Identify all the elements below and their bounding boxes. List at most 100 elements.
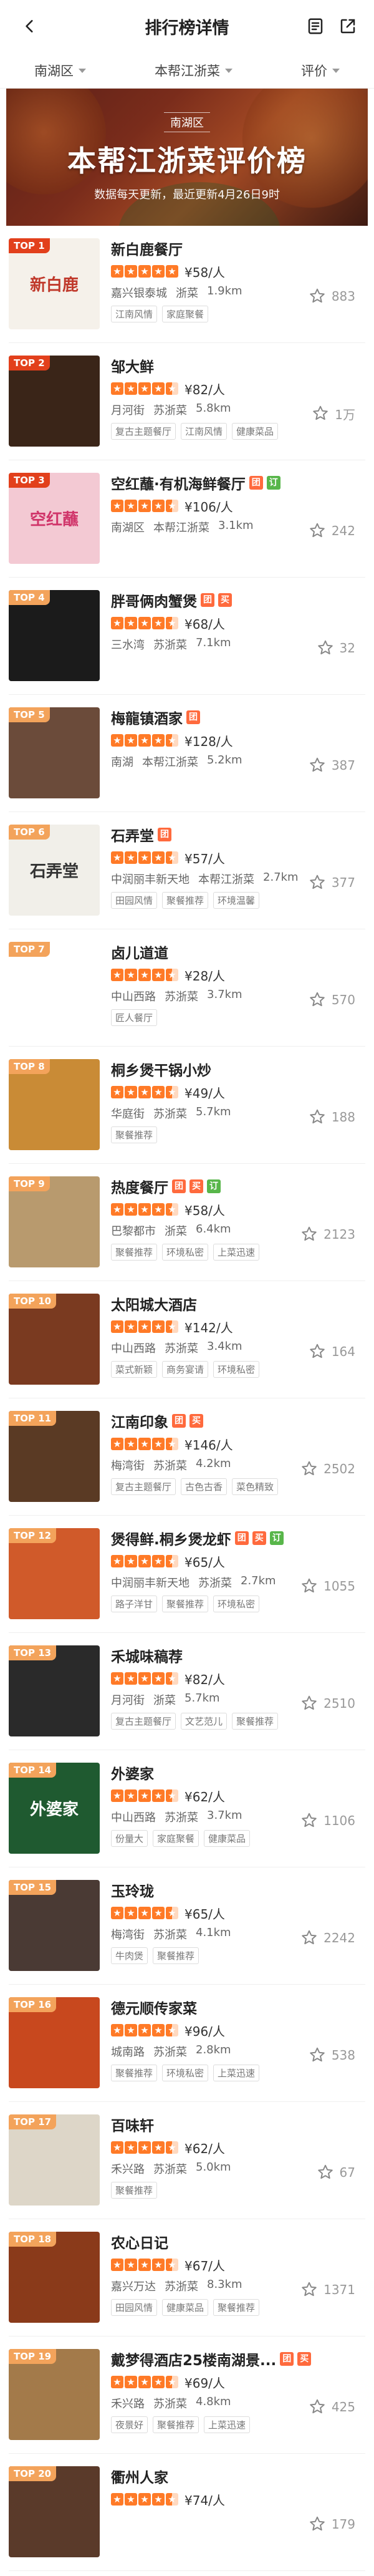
restaurant-item[interactable]: TOP 2 邹大鲜 ★ ★ ★ ★ ★ ¥82/人 月河街 苏浙菜 5.8km 复古主题餐厅 江南风情健… (9, 343, 365, 460)
restaurant-item[interactable]: TOP 17 百味轩 ★ ★ ★ ★ ★ ¥62/人 禾兴路 苏浙菜 5.0km 聚餐推荐 67 (9, 2102, 365, 2219)
restaurant-photo[interactable]: TOP 10 (9, 1294, 100, 1385)
cuisine-text: 苏浙菜 (153, 404, 187, 417)
restaurant-photo[interactable]: TOP 12 (9, 1528, 100, 1619)
restaurant-name[interactable]: 胖哥俩肉蟹煲 (111, 589, 197, 611)
favorite-button[interactable]: 377 (308, 873, 355, 892)
restaurant-item[interactable]: TOP 9 热度餐厅团买订 ★ ★ ★ ★ ★ ¥58/人 巴黎都市 浙菜 6.4km 聚餐推荐 环境私… (9, 1164, 365, 1281)
document-icon[interactable] (304, 15, 327, 37)
restaurant-item[interactable]: TOP 12 煲得鲜.桐乡煲龙虾团买订 ★ ★ ★ ★ ★ ¥65/人 中润丽丰新天地 苏浙菜 2.… (9, 1516, 365, 1633)
restaurant-item[interactable]: TOP 5 梅龍镇酒家团 ★ ★ ★ ★ ★ ¥128/人 南湖 本帮江浙菜 5.2km 387 (9, 695, 365, 812)
favorite-button[interactable]: 2502 (300, 1460, 355, 1478)
favorite-button[interactable]: 2123 (300, 1225, 355, 1244)
rating-row: ★ ★ ★ ★ ★ ¥128/人 (111, 732, 365, 749)
share-icon[interactable] (337, 15, 359, 37)
restaurant-photo[interactable]: TOP 20 (9, 2466, 100, 2557)
restaurant-photo[interactable]: 石弄堂 TOP 6 (9, 825, 100, 916)
restaurant-item[interactable]: TOP 7 卤儿道道 ★ ★ ★ ★ ★ ¥28/人 中山西路 苏浙菜 3.7km 匠人餐厅 570 (9, 929, 365, 1047)
favorite-button[interactable]: 1371 (300, 2280, 355, 2299)
favorite-button[interactable]: 538 (308, 2046, 355, 2065)
favorite-button[interactable]: 2242 (300, 1929, 355, 1947)
distance-text: 5.2km (207, 753, 242, 767)
restaurant-name[interactable]: 江南印象 (111, 1410, 168, 1431)
restaurant-item[interactable]: TOP 20 衢州人家 ★ ★ ★ ★ ★ ¥74/人 179 (9, 2454, 365, 2571)
favorite-button[interactable]: 387 (308, 756, 355, 775)
restaurant-photo[interactable]: 外婆家 TOP 14 (9, 1763, 100, 1854)
restaurant-item[interactable]: TOP 10 太阳城大酒店 ★ ★ ★ ★ ★ ¥142/人 中山西路 苏浙菜 3.4km 菜式新颖商… (9, 1281, 365, 1398)
restaurant-name[interactable]: 新白鹿餐厅 (111, 238, 183, 259)
distance-text: 5.0km (196, 2161, 231, 2174)
restaurant-item[interactable]: 空红蘸 TOP 3 空红蘸·有机海鲜餐厅团订 ★ ★ ★ ★ ★ ¥106/人 南湖区 本帮江浙菜 3… (9, 460, 365, 578)
restaurant-photo[interactable]: TOP 4 (9, 590, 100, 681)
favorite-button[interactable]: 1万 (311, 404, 355, 423)
restaurant-item[interactable]: TOP 19 戴梦得酒店25楼南湖景... 团买 ★ ★ ★ ★ ★ ¥69/人 禾兴路 苏浙菜 4.… (9, 2336, 365, 2454)
star-rating: ★ ★ ★ ★ ★ (111, 500, 178, 512)
restaurant-item[interactable]: TOP 8 桐乡煲干锅小炒 ★ ★ ★ ★ ★ ¥49/人 华庭街 苏浙菜 5.7km 聚餐推荐 188 (9, 1047, 365, 1164)
restaurant-item[interactable]: TOP 16 德元顺传家菜 ★ ★ ★ ★ ★ ¥96/人 城南路 苏浙菜 2.8km 聚餐推荐 环境私… (9, 1985, 365, 2102)
restaurant-name[interactable]: 邹大鲜 (111, 355, 154, 376)
restaurant-name[interactable]: 外婆家 (111, 1762, 154, 1783)
restaurant-name[interactable]: 德元顺传家菜 (111, 1997, 197, 2018)
favorite-button[interactable]: 425 (308, 2398, 355, 2416)
cuisine-text: 本帮江浙菜 (153, 521, 209, 535)
restaurant-item[interactable]: TOP 15 玉玲珑 ★ ★ ★ ★ ★ ¥65/人 梅湾街 苏浙菜 4.1km 牛肉煲 聚餐推荐 224… (9, 1867, 365, 1985)
cuisine-text: 苏浙菜 (153, 2046, 187, 2059)
star-outline-icon (317, 640, 333, 655)
restaurant-name[interactable]: 热度餐厅 (111, 1176, 168, 1197)
filter-sort[interactable]: 评价 (301, 61, 340, 80)
restaurant-item[interactable]: 石弄堂 TOP 6 石弄堂团 ★ ★ ★ ★ ★ ¥57/人 中润丽丰新天地 本帮江浙菜 2.7km 田… (9, 812, 365, 929)
favorite-button[interactable]: 67 (316, 2163, 355, 2182)
restaurant-name[interactable]: 衢州人家 (111, 2466, 168, 2487)
feature-tag: 环境私密 (213, 1595, 260, 1612)
favorite-button[interactable]: 883 (308, 287, 355, 306)
restaurant-name[interactable]: 戴梦得酒店25楼南湖景... (111, 2348, 276, 2370)
restaurant-name[interactable]: 空红蘸·有机海鲜餐厅 (111, 472, 246, 493)
restaurant-photo[interactable]: TOP 2 (9, 356, 100, 447)
restaurant-item[interactable]: TOP 11 江南印象团买 ★ ★ ★ ★ ★ ¥146/人 梅湾街 苏浙菜 4.2km 复古主题餐厅… (9, 1398, 365, 1516)
favorite-button[interactable]: 1055 (300, 1577, 355, 1595)
favorite-button[interactable]: 179 (308, 2515, 355, 2534)
restaurant-item[interactable]: 新白鹿 TOP 1 新白鹿餐厅 ★ ★ ★ ★ ★ ¥58/人 嘉兴银泰城 浙菜 1.9km 江南风情家… (9, 226, 365, 343)
filter-district[interactable]: 南湖区 (34, 61, 86, 80)
restaurant-photo[interactable]: TOP 7 (9, 942, 100, 1033)
cuisine-text: 苏浙菜 (153, 1460, 187, 1473)
restaurant-photo[interactable]: TOP 11 (9, 1411, 100, 1502)
restaurant-name[interactable]: 桐乡煲干锅小炒 (111, 1058, 211, 1080)
name-row: 太阳城大酒店 (111, 1294, 365, 1314)
restaurant-photo[interactable]: TOP 9 (9, 1176, 100, 1267)
restaurant-photo[interactable]: TOP 8 (9, 1059, 100, 1150)
restaurant-item[interactable]: TOP 18 农心日记 ★ ★ ★ ★ ★ ¥67/人 嘉兴万达 苏浙菜 8.3km 田园风情 健康菜品… (9, 2219, 365, 2336)
restaurant-item[interactable]: TOP 13 禾城味稿荐 ★ ★ ★ ★ ★ ¥82/人 月河街 浙菜 5.7km 复古主题餐厅 文艺范… (9, 1633, 365, 1750)
favorite-button[interactable]: 188 (308, 1108, 355, 1126)
restaurant-info: 卤儿道道 ★ ★ ★ ★ ★ ¥28/人 中山西路 苏浙菜 3.7km 匠人餐厅 570 (100, 942, 365, 1046)
back-icon[interactable] (19, 15, 41, 37)
restaurant-photo[interactable]: TOP 16 (9, 1997, 100, 2088)
restaurant-name[interactable]: 太阳城大酒店 (111, 1293, 197, 1314)
restaurant-name[interactable]: 卤儿道道 (111, 941, 168, 962)
favorite-button[interactable]: 2510 (300, 1694, 355, 1713)
favorite-button[interactable]: 242 (308, 521, 355, 540)
restaurant-name[interactable]: 石弄堂 (111, 824, 154, 845)
favorite-button[interactable]: 164 (308, 1342, 355, 1361)
restaurant-photo[interactable]: TOP 15 (9, 1880, 100, 1971)
restaurant-item[interactable]: 外婆家 TOP 14 外婆家 ★ ★ ★ ★ ★ ¥62/人 中山西路 苏浙菜 3.7km 份量大 家庭聚… (9, 1750, 365, 1867)
restaurant-photo[interactable]: TOP 5 (9, 707, 100, 798)
restaurant-photo[interactable]: TOP 17 (9, 2114, 100, 2206)
filter-cuisine[interactable]: 本帮江浙菜 (155, 61, 233, 80)
restaurant-photo[interactable]: 空红蘸 TOP 3 (9, 473, 100, 564)
star-icon: ★ (111, 1320, 123, 1333)
restaurant-name[interactable]: 百味轩 (111, 2114, 154, 2135)
restaurant-name[interactable]: 禾城味稿荐 (111, 1645, 183, 1666)
restaurant-photo[interactable]: TOP 19 (9, 2349, 100, 2440)
restaurant-name[interactable]: 煲得鲜.桐乡煲龙虾 (111, 1528, 231, 1549)
favorite-button[interactable]: 1106 (300, 1811, 355, 1830)
restaurant-name[interactable]: 玉玲珑 (111, 1879, 154, 1901)
restaurant-photo[interactable]: TOP 18 (9, 2232, 100, 2323)
restaurant-name[interactable]: 梅龍镇酒家 (111, 707, 183, 728)
restaurant-photo[interactable]: TOP 13 (9, 1645, 100, 1736)
restaurant-name[interactable]: 农心日记 (111, 2231, 168, 2252)
favorite-button[interactable]: 32 (316, 639, 355, 657)
restaurant-photo[interactable]: 新白鹿 TOP 1 (9, 238, 100, 329)
favorite-button[interactable]: 570 (308, 990, 355, 1009)
price-per-person: ¥68/人 (185, 616, 225, 632)
restaurant-item[interactable]: TOP 4 胖哥俩肉蟹煲团买 ★ ★ ★ ★ ★ ¥68/人 三水湾 苏浙菜 7.1km 32 (9, 578, 365, 695)
